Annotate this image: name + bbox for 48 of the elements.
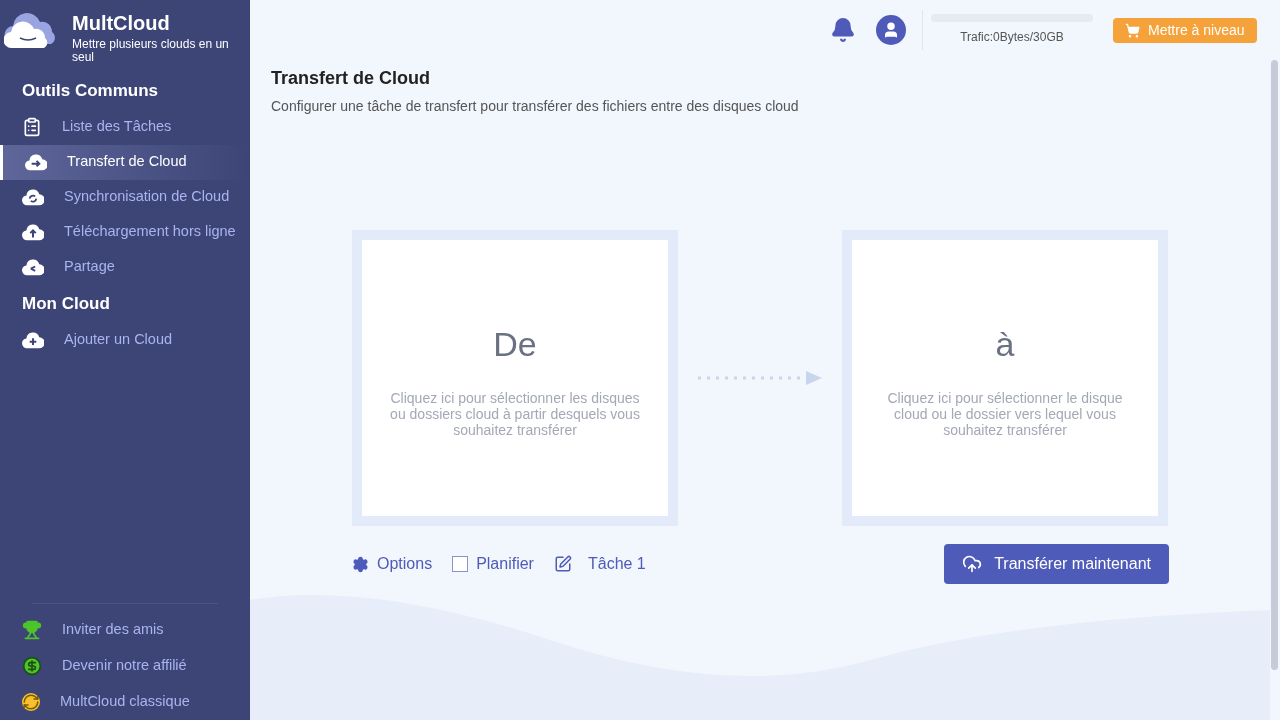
cloud-icon bbox=[962, 554, 983, 574]
sidebar-item[interactable]: Téléchargement hors ligne bbox=[0, 214, 250, 250]
cloud-icon bbox=[22, 187, 44, 207]
bell-icon[interactable] bbox=[830, 17, 856, 43]
target-hint: Cliquez ici pour sélectionner le disque cloud ou le dossier vers lequel vous souhaitez transférer bbox=[886, 389, 1124, 438]
sidebar-item-label: Inviter des amis bbox=[62, 620, 164, 640]
cart-icon bbox=[1125, 22, 1140, 38]
cloud-icon bbox=[25, 152, 47, 172]
brand-name: MultCloud bbox=[72, 12, 171, 34]
sidebar-item-label: MultCloud classique bbox=[60, 692, 190, 712]
sidebar-item[interactable]: MultCloud classique bbox=[0, 684, 250, 720]
section-title: Outils Communs bbox=[21, 80, 159, 102]
dollar-icon bbox=[22, 656, 42, 676]
sidebar-item-label: Devenir notre affilié bbox=[62, 656, 187, 676]
target-heading: à bbox=[995, 323, 1015, 365]
page-subtitle: Configurer une tâche de transfert pour transférer des fichiers entre des disques cloud bbox=[271, 97, 800, 116]
source-hint: Cliquez ici pour sélectionner les disques ou dossiers cloud à partir desquels vous souhaitez transférer bbox=[390, 389, 640, 438]
sidebar-item[interactable]: Inviter des amis bbox=[0, 612, 250, 648]
sidebar-item-label: Ajouter un Cloud bbox=[64, 329, 172, 349]
schedule-checkbox[interactable]: Planifier bbox=[452, 552, 534, 576]
sidebar-item[interactable]: Partage bbox=[0, 249, 250, 285]
brand-tagline: Mettre plusieurs clouds en un seul bbox=[72, 38, 230, 64]
gear-icon bbox=[352, 555, 369, 573]
cloud-icon bbox=[22, 222, 44, 242]
sidebar-item-label: Téléchargement hors ligne bbox=[64, 222, 236, 242]
sidebar-item[interactable]: Synchronisation de Cloud bbox=[0, 179, 250, 215]
swap-icon bbox=[22, 693, 40, 711]
cloud-icon bbox=[22, 257, 44, 277]
page-title: Transfert de Cloud bbox=[271, 67, 432, 90]
sidebar-item-label: Transfert de Cloud bbox=[67, 152, 187, 172]
traffic-text: Trafic:0Bytes/30GB bbox=[960, 29, 1064, 46]
user-avatar[interactable] bbox=[876, 15, 906, 45]
sidebar-item-label: Liste des Tâches bbox=[62, 117, 172, 137]
options-button[interactable]: Options bbox=[352, 552, 433, 576]
sidebar-item[interactable]: Ajouter un Cloud bbox=[0, 322, 250, 357]
sidebar-item-label: Synchronisation de Cloud bbox=[64, 187, 230, 207]
edit-icon bbox=[553, 555, 572, 573]
task-name-button[interactable]: Tâche 1 bbox=[553, 552, 646, 576]
trophy-icon bbox=[22, 620, 42, 640]
sidebar-item-label: Partage bbox=[64, 257, 115, 277]
sidebar-item[interactable]: Devenir notre affilié bbox=[0, 648, 250, 684]
section-title: Mon Cloud bbox=[21, 292, 111, 315]
dotted-arrow-icon bbox=[698, 370, 822, 386]
source-heading: De bbox=[493, 323, 537, 365]
sidebar-item[interactable]: Liste des Tâches bbox=[0, 109, 250, 145]
transfer-button[interactable]: Transférer maintenant bbox=[944, 544, 1169, 584]
checkbox[interactable] bbox=[452, 556, 469, 572]
clipboard-icon bbox=[22, 117, 42, 137]
